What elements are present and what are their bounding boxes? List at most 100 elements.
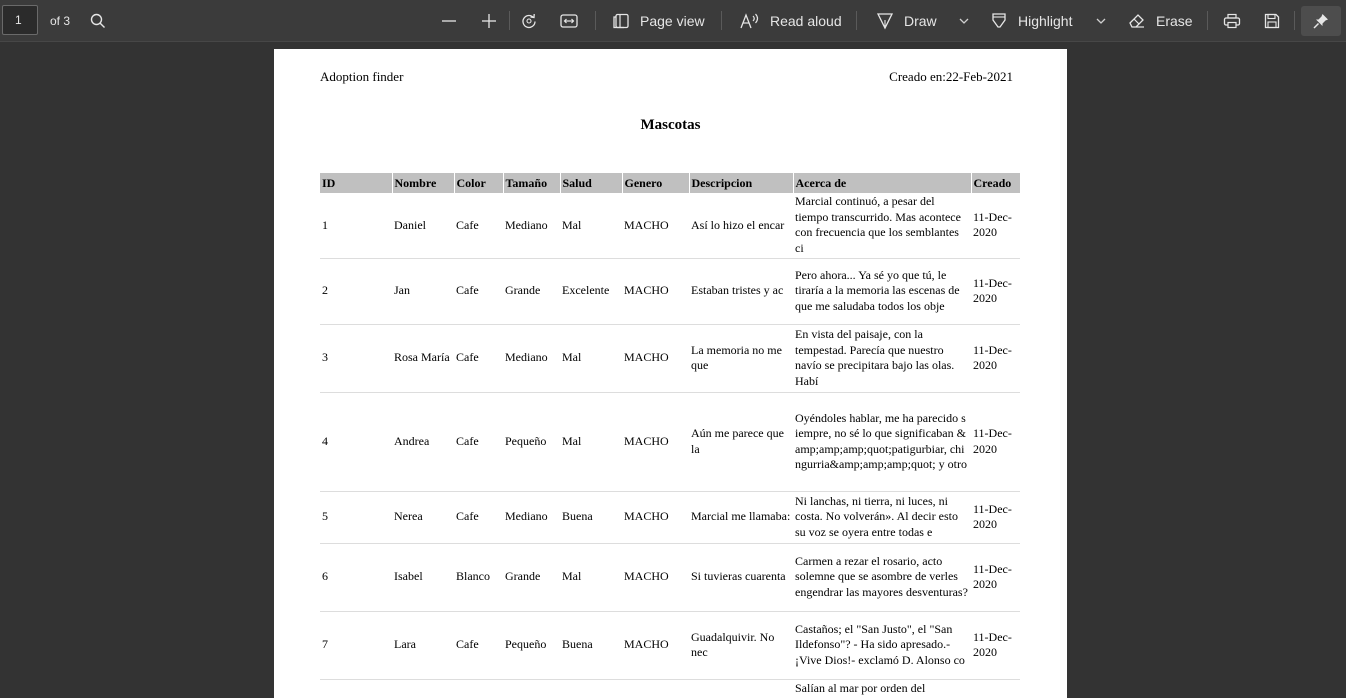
read-aloud-button[interactable]: Read aloud — [740, 0, 842, 41]
table-row: 3 Rosa María Cafe Mediano Mal MACHO La m… — [320, 324, 1020, 393]
table-row: 5 Nerea Cafe Mediano Buena MACHO Marcial… — [320, 491, 1020, 544]
erase-label: Erase — [1156, 12, 1193, 29]
fit-width-icon — [559, 11, 579, 31]
cell-tamano: Grande — [503, 543, 560, 612]
cell-nombre: Isabel — [392, 543, 454, 612]
cell-tamano: Pequeño — [503, 611, 560, 680]
draw-button[interactable]: Draw — [875, 0, 937, 41]
cell-color — [454, 679, 503, 698]
cell-creado: 11-Dec-2020 — [971, 611, 1020, 680]
erase-button[interactable]: Erase — [1127, 0, 1193, 41]
cell-tamano: Mediano — [503, 193, 560, 259]
page-view-icon — [611, 11, 631, 31]
chevron-down-icon — [954, 11, 974, 31]
cell-color: Blanco — [454, 543, 503, 612]
cell-acerca: En vista del paisaje, con la tempestad. … — [793, 324, 971, 393]
cell-nombre: Jan — [392, 258, 454, 325]
document-viewer[interactable]: Adoption finder Creado en:22-Feb-2021 Ma… — [0, 42, 1346, 698]
cell-tamano: Mediano — [503, 491, 560, 544]
cell-acerca: Salían al mar por orden del — [793, 679, 971, 698]
cell-genero — [622, 679, 689, 698]
table-row: Salían al mar por orden del — [320, 679, 1020, 698]
cell-tamano — [503, 679, 560, 698]
highlight-button[interactable]: Highlight — [989, 0, 1072, 41]
cell-salud: Excelente — [560, 258, 622, 325]
cell-creado: 11-Dec-2020 — [971, 491, 1020, 544]
cell-salud: Mal — [560, 543, 622, 612]
page-view-button[interactable]: Page view — [611, 0, 705, 41]
read-aloud-icon — [740, 11, 760, 31]
cell-acerca: Pero ahora... Ya sé yo que tú, le tirarí… — [793, 258, 971, 325]
cell-nombre — [392, 679, 454, 698]
draw-icon — [875, 11, 895, 31]
cell-color: Cafe — [454, 324, 503, 393]
page-number-box[interactable] — [2, 5, 38, 35]
highlight-icon — [989, 11, 1009, 31]
column-header: Genero — [621, 173, 689, 193]
eraser-icon — [1127, 11, 1147, 31]
cell-id: 1 — [320, 193, 392, 259]
table-row: 6 Isabel Blanco Grande Mal MACHO Si tuvi… — [320, 543, 1020, 612]
cell-tamano: Mediano — [503, 324, 560, 393]
column-header: Acerca de — [792, 173, 971, 193]
chevron-down-icon — [1091, 11, 1111, 31]
cell-creado: 11-Dec-2020 — [971, 258, 1020, 325]
cell-color: Cafe — [454, 392, 503, 492]
cell-id: 2 — [320, 258, 392, 325]
page-number-input[interactable] — [15, 13, 35, 27]
cell-acerca: Marcial continuó, a pesar del tiempo tra… — [793, 193, 971, 259]
document-header-right: Creado en:22-Feb-2021 — [889, 69, 1013, 84]
cell-creado: 11-Dec-2020 — [971, 324, 1020, 393]
plus-icon — [479, 11, 499, 31]
pin-toolbar-button[interactable] — [1301, 6, 1341, 36]
print-button[interactable] — [1222, 0, 1242, 41]
cell-color: Cafe — [454, 611, 503, 680]
column-header: Salud — [559, 173, 622, 193]
cell-genero: MACHO — [622, 611, 689, 680]
cell-descripcion: La memoria no me que — [689, 324, 793, 393]
pets-table: ID Nombre Color Tamaño Salud Genero Desc… — [320, 173, 1020, 698]
cell-genero: MACHO — [622, 258, 689, 325]
cell-tamano: Pequeño — [503, 392, 560, 492]
cell-descripcion: Marcial me llamaba: — [689, 491, 793, 544]
cell-id — [320, 679, 392, 698]
zoom-in-button[interactable] — [479, 0, 499, 41]
cell-color: Cafe — [454, 193, 503, 259]
cell-descripcion — [689, 679, 793, 698]
save-button[interactable] — [1262, 0, 1282, 41]
pin-icon — [1311, 11, 1331, 31]
rotate-button[interactable] — [519, 0, 539, 41]
draw-label: Draw — [904, 12, 937, 29]
cell-color: Cafe — [454, 491, 503, 544]
column-header: Creado — [970, 173, 1020, 193]
column-header: Descripcion — [688, 173, 793, 193]
cell-salud: Mal — [560, 392, 622, 492]
highlight-options-button[interactable] — [1091, 0, 1111, 41]
cell-nombre: Lara — [392, 611, 454, 680]
cell-salud — [560, 679, 622, 698]
cell-acerca: Castaños; el "San Justo", el "San Ildefo… — [793, 611, 971, 680]
read-aloud-label: Read aloud — [770, 12, 842, 29]
document-header-left: Adoption finder — [320, 69, 404, 84]
column-header: Color — [453, 173, 503, 193]
cell-descripcion: Aún me parece que la — [689, 392, 793, 492]
cell-acerca: Oyéndoles hablar, me ha parecido siempre… — [793, 392, 971, 492]
cell-color: Cafe — [454, 258, 503, 325]
highlight-label: Highlight — [1018, 12, 1073, 29]
table-row: 7 Lara Cafe Pequeño Buena MACHO Guadalqu… — [320, 611, 1020, 680]
cell-salud: Mal — [560, 193, 622, 259]
cell-id: 3 — [320, 324, 392, 393]
cell-id: 6 — [320, 543, 392, 612]
cell-creado: 11-Dec-2020 — [971, 193, 1020, 259]
fit-width-button[interactable] — [559, 0, 579, 41]
cell-genero: MACHO — [622, 392, 689, 492]
table-row: 2 Jan Cafe Grande Excelente MACHO Estaba… — [320, 258, 1020, 325]
zoom-out-button[interactable] — [439, 0, 459, 41]
column-header: Nombre — [391, 173, 454, 193]
cell-creado — [971, 679, 1020, 698]
find-button[interactable] — [88, 0, 108, 41]
draw-options-button[interactable] — [954, 0, 974, 41]
table-row: 1 Daniel Cafe Mediano Mal MACHO Así lo h… — [320, 193, 1020, 259]
cell-nombre: Nerea — [392, 491, 454, 544]
cell-nombre: Daniel — [392, 193, 454, 259]
